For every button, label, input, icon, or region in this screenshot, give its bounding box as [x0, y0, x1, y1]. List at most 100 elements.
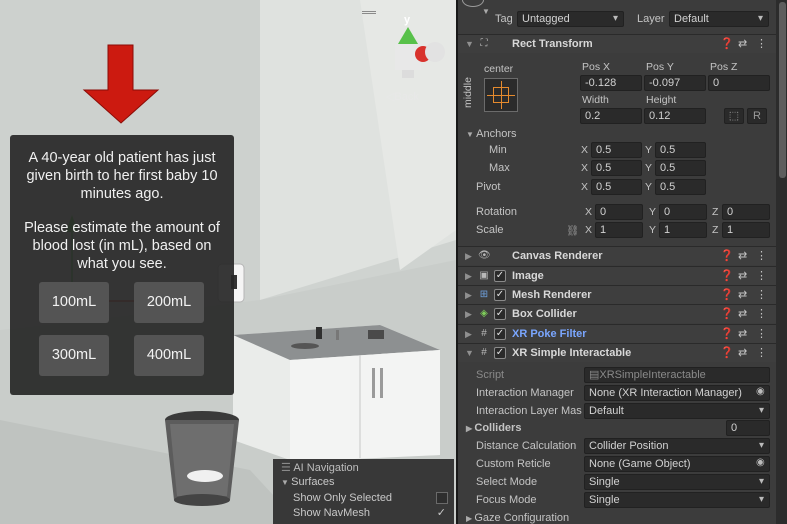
presets-icon[interactable]: ⇄ — [738, 307, 747, 320]
foldout-arrow-icon: ▶ — [465, 329, 472, 339]
scene-drag-handle[interactable] — [362, 11, 376, 14]
anchor-preset-button[interactable] — [484, 78, 518, 112]
width-field[interactable]: 0.2 — [580, 108, 642, 124]
help-icon[interactable]: ❓ — [720, 307, 734, 320]
presets-icon[interactable]: ⇄ — [738, 249, 747, 262]
pos-z-field[interactable]: 0 — [708, 75, 770, 91]
show-navmesh-check-icon[interactable]: ✓ — [437, 506, 446, 519]
distance-calculation-dropdown[interactable]: Collider Position — [584, 438, 770, 454]
colliders-count-field[interactable]: 0 — [726, 420, 770, 436]
ai-navigation-overlay: ☰ AI Navigation ▼ Surfaces Show Only Sel… — [273, 459, 454, 524]
custom-reticle-field[interactable]: None (Game Object) — [584, 456, 770, 472]
foldout-arrow-icon: ▼ — [465, 348, 474, 358]
blueprint-mode-button[interactable]: ⬚ — [724, 108, 744, 124]
anchors-foldout[interactable]: ▼ Anchors — [466, 128, 517, 140]
anchor-min-x-field[interactable]: 0.5 — [591, 142, 642, 158]
object-picker-icon[interactable]: ◉ — [756, 386, 765, 397]
presets-icon[interactable]: ⇄ — [738, 327, 747, 340]
answer-200ml-button[interactable]: 200mL — [134, 282, 204, 323]
constrain-proportions-icon[interactable]: ⛓ — [566, 224, 579, 237]
xr-poke-filter-enabled-checkbox[interactable]: ✓ — [494, 328, 506, 340]
xr-simple-interactable-enabled-checkbox[interactable]: ✓ — [494, 347, 506, 359]
kebab-menu-icon[interactable]: ⋮ — [756, 346, 767, 359]
object-picker-icon[interactable]: ◉ — [756, 457, 765, 468]
back-view-label[interactable]: ◁Back — [386, 90, 419, 103]
raw-edit-button[interactable]: R — [747, 108, 767, 124]
distance-calculation-label: Distance Calculation — [476, 440, 577, 452]
rotation-x-field[interactable]: 0 — [595, 204, 643, 220]
pivot-x-field[interactable]: 0.5 — [591, 179, 642, 195]
surfaces-foldout[interactable]: ▼ Surfaces — [281, 476, 335, 488]
xr-simple-interactable-header[interactable]: ▼ # ✓ XR Simple Interactable ❓ ⇄ ⋮ — [458, 343, 776, 362]
rotation-z-field[interactable]: 0 — [722, 204, 770, 220]
anchor-min-y-field[interactable]: 0.5 — [655, 142, 706, 158]
image-title: Image — [512, 270, 544, 282]
presets-icon[interactable]: ⇄ — [738, 288, 747, 301]
image-header[interactable]: ▶ ▣ ✓ Image ❓ ⇄ ⋮ — [458, 266, 776, 285]
gaze-configuration-foldout[interactable]: ▶ Gaze Configuration — [466, 512, 569, 524]
kebab-menu-icon[interactable]: ⋮ — [756, 288, 767, 301]
foldout-arrow-icon: ▶ — [465, 290, 472, 300]
answer-400ml-button[interactable]: 400mL — [134, 335, 204, 376]
presets-icon[interactable]: ⇄ — [738, 37, 747, 50]
kebab-menu-icon[interactable]: ⋮ — [756, 269, 767, 282]
scale-x-field[interactable]: 1 — [595, 222, 643, 238]
colliders-foldout[interactable]: ▶ Colliders — [466, 422, 521, 434]
box-collider-enabled-checkbox[interactable]: ✓ — [494, 308, 506, 320]
focus-mode-dropdown[interactable]: Single — [584, 492, 770, 508]
kebab-menu-icon[interactable]: ⋮ — [756, 327, 767, 340]
help-icon[interactable]: ❓ — [720, 327, 734, 340]
pos-y-field[interactable]: -0.097 — [644, 75, 706, 91]
answer-100ml-button[interactable]: 100mL — [39, 282, 109, 323]
help-icon[interactable]: ❓ — [720, 346, 734, 359]
anchor-max-y-field[interactable]: 0.5 — [655, 160, 706, 176]
anchor-cross-h — [487, 95, 515, 96]
select-mode-dropdown[interactable]: Single — [584, 474, 770, 490]
scene-view[interactable]: y ◁Back A 40-year old patient has just g… — [0, 0, 456, 524]
mesh-renderer-title: Mesh Renderer — [512, 289, 592, 301]
header-foldout-icon[interactable]: ▼ — [482, 7, 490, 16]
kebab-menu-icon[interactable]: ⋮ — [756, 307, 767, 320]
scale-y-field[interactable]: 1 — [659, 222, 707, 238]
custom-reticle-label: Custom Reticle — [476, 458, 551, 470]
interaction-layer-dropdown[interactable]: Default — [584, 403, 770, 419]
eye-icon: 👁 — [478, 250, 491, 261]
max-x-label: X — [581, 162, 589, 174]
anchor-preset-v-label: middle — [462, 77, 474, 108]
show-only-selected-label: Show Only Selected — [293, 492, 393, 504]
inspector-scrollbar[interactable] — [776, 0, 787, 524]
image-enabled-checkbox[interactable]: ✓ — [494, 270, 506, 282]
xr-poke-filter-header[interactable]: ▶ # ✓ XR Poke Filter ❓ ⇄ ⋮ — [458, 324, 776, 343]
focus-mode-label: Focus Mode — [476, 494, 537, 506]
layer-dropdown[interactable]: Default — [669, 11, 769, 27]
pivot-y-field[interactable]: 0.5 — [655, 179, 706, 195]
scene-orientation-gizmo[interactable] — [390, 24, 448, 82]
show-only-selected-toggle[interactable] — [436, 492, 448, 504]
presets-icon[interactable]: ⇄ — [738, 346, 747, 359]
help-icon[interactable]: ❓ — [720, 249, 734, 262]
canvas-renderer-header[interactable]: ▶ 👁 Canvas Renderer ❓ ⇄ ⋮ — [458, 246, 776, 265]
rect-transform-header[interactable]: ▼ ⛶ Rect Transform ❓ ⇄ ⋮ — [458, 34, 776, 53]
kebab-menu-icon[interactable]: ⋮ — [756, 249, 767, 262]
kebab-menu-icon[interactable]: ⋮ — [756, 37, 767, 50]
mesh-renderer-enabled-checkbox[interactable]: ✓ — [494, 289, 506, 301]
help-icon[interactable]: ❓ — [720, 288, 734, 301]
box-collider-header[interactable]: ▶ ◈ ✓ Box Collider ❓ ⇄ ⋮ — [458, 304, 776, 323]
presets-icon[interactable]: ⇄ — [738, 269, 747, 282]
scrollbar-thumb[interactable] — [779, 2, 786, 178]
anchor-max-x-field[interactable]: 0.5 — [591, 160, 642, 176]
script-icon: # — [481, 347, 487, 358]
interaction-manager-field[interactable]: None (XR Interaction Manager) — [584, 385, 770, 401]
scale-z-field[interactable]: 1 — [722, 222, 770, 238]
pos-x-field[interactable]: -0.128 — [580, 75, 642, 91]
rotation-y-field[interactable]: 0 — [659, 204, 707, 220]
tag-dropdown[interactable]: Untagged — [517, 11, 624, 27]
overlay-grip-icon[interactable]: ☰ — [281, 462, 293, 474]
gameobject-icon — [462, 0, 484, 7]
layer-label: Layer — [637, 13, 665, 25]
help-icon[interactable]: ❓ — [720, 37, 734, 50]
answer-300ml-button[interactable]: 300mL — [39, 335, 109, 376]
help-icon[interactable]: ❓ — [720, 269, 734, 282]
mesh-renderer-header[interactable]: ▶ ⊞ ✓ Mesh Renderer ❓ ⇄ ⋮ — [458, 285, 776, 304]
height-field[interactable]: 0.12 — [644, 108, 706, 124]
